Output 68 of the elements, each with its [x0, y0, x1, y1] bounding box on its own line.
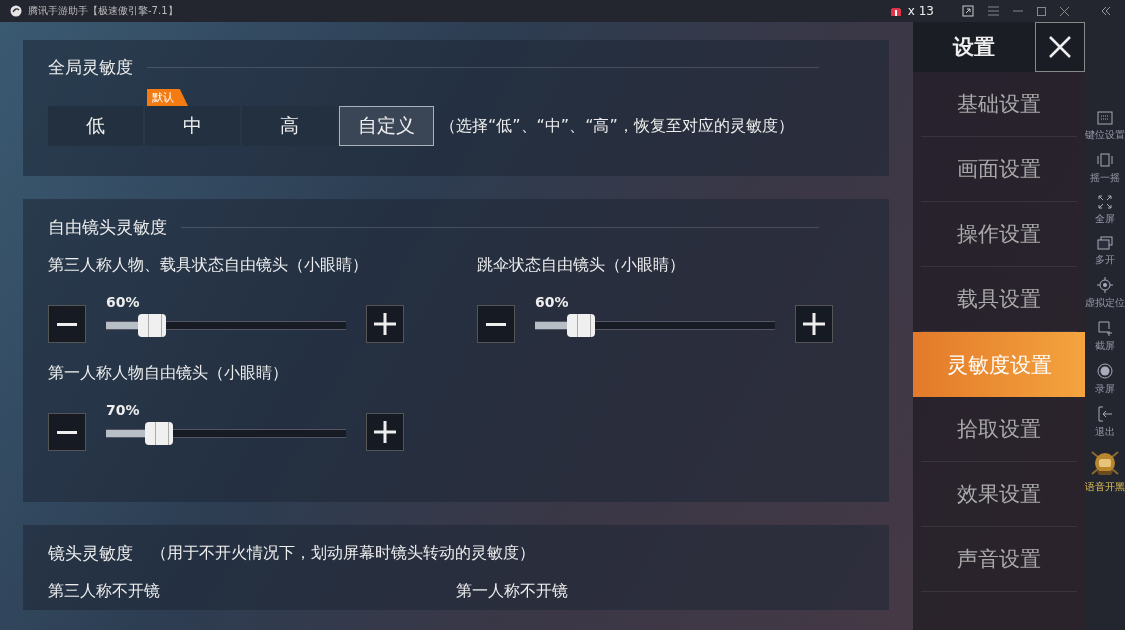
fullscreen-icon — [1098, 195, 1112, 209]
emblem-icon — [1090, 449, 1120, 477]
slider-thumb[interactable] — [137, 314, 166, 337]
toolbar-button[interactable]: 截屏 — [1085, 316, 1125, 357]
gift-icon — [889, 5, 902, 17]
plus-icon — [374, 421, 396, 443]
minus-button[interactable] — [477, 305, 515, 343]
menu-item[interactable]: 拾取设置 — [921, 397, 1077, 462]
toolbar-button[interactable]: 录屏 — [1085, 359, 1125, 400]
slider-label: 第一人称人物自由镜头（小眼睛） — [48, 363, 289, 384]
slider-thumb[interactable] — [144, 422, 173, 445]
popout-icon[interactable] — [962, 5, 974, 17]
menu-item[interactable]: 效果设置 — [921, 462, 1077, 527]
collapse-icon[interactable] — [1101, 6, 1111, 16]
minus-icon — [57, 430, 77, 434]
plus-icon — [374, 313, 396, 335]
close-button[interactable] — [1035, 22, 1085, 72]
minus-icon — [486, 322, 506, 326]
plus-button[interactable] — [366, 305, 404, 343]
section-title: 自由镜头灵敏度 — [48, 215, 167, 239]
plus-button[interactable] — [795, 305, 833, 343]
toolbar-button[interactable]: 退出 — [1085, 402, 1125, 443]
toolbar-button[interactable]: 全屏 — [1085, 191, 1125, 230]
default-tag: 默认 — [147, 89, 188, 106]
keyboard-icon — [1097, 111, 1113, 125]
slider-label: 跳伞状态自由镜头（小眼睛） — [477, 255, 686, 276]
maximize-icon[interactable] — [1037, 6, 1046, 16]
section-note: （用于不开火情况下，划动屏幕时镜头转动的灵敏度） — [151, 542, 535, 564]
plus-button[interactable] — [366, 413, 404, 451]
section-title: 镜头灵敏度 — [48, 541, 133, 565]
exit-icon — [1097, 406, 1113, 422]
slider-value: 70% — [106, 402, 141, 418]
gift-count[interactable]: x 13 — [907, 4, 934, 18]
menu-item[interactable]: 声音设置 — [921, 527, 1077, 592]
slider-thumb[interactable] — [566, 314, 595, 337]
slider-label: 第三人称人物、载具状态自由镜头（小眼睛） — [48, 255, 369, 276]
toolbar-button[interactable]: 摇一摇 — [1085, 148, 1125, 189]
toolbar-button[interactable]: 语音开黑 — [1085, 445, 1125, 498]
minus-button[interactable] — [48, 305, 86, 343]
minus-button[interactable] — [48, 413, 86, 451]
sensitivity-option[interactable]: 低 — [48, 106, 143, 146]
hint-text: （选择“低”、“中”、“高”，恢复至对应的灵敏度） — [440, 115, 794, 137]
slider-value: 60% — [106, 294, 141, 310]
close-icon — [1048, 35, 1072, 59]
close-icon[interactable] — [1060, 6, 1069, 16]
plus-icon — [803, 313, 825, 335]
menu-item[interactable]: 基础设置 — [921, 72, 1077, 137]
section-title: 全局灵敏度 — [48, 55, 133, 79]
phone-icon — [1097, 152, 1113, 168]
menu-item[interactable]: 画面设置 — [921, 137, 1077, 202]
app-logo-icon — [10, 5, 22, 17]
window-title: 腾讯手游助手【极速傲引擎-7.1】 — [28, 4, 178, 18]
column-label: 第三人称不开镜 — [48, 581, 161, 602]
sensitivity-option[interactable]: 高 — [242, 106, 337, 146]
sensitivity-option[interactable]: 自定义 — [339, 106, 434, 146]
crop-icon — [1097, 320, 1113, 336]
column-label: 第一人称不开镜 — [456, 581, 569, 602]
toolbar-button[interactable]: 键位设置 — [1085, 107, 1125, 146]
toolbar-button[interactable]: 虚拟定位 — [1085, 273, 1125, 314]
windows-icon — [1097, 236, 1113, 250]
record-icon — [1097, 363, 1113, 379]
toolbar-button[interactable]: 多开 — [1085, 232, 1125, 271]
menu-item[interactable]: 操作设置 — [921, 202, 1077, 267]
minus-icon — [57, 322, 77, 326]
menu-title: 设置 — [913, 22, 1035, 72]
target-icon — [1097, 277, 1113, 293]
sensitivity-option[interactable]: 中 — [145, 106, 240, 146]
slider-value: 60% — [535, 294, 570, 310]
